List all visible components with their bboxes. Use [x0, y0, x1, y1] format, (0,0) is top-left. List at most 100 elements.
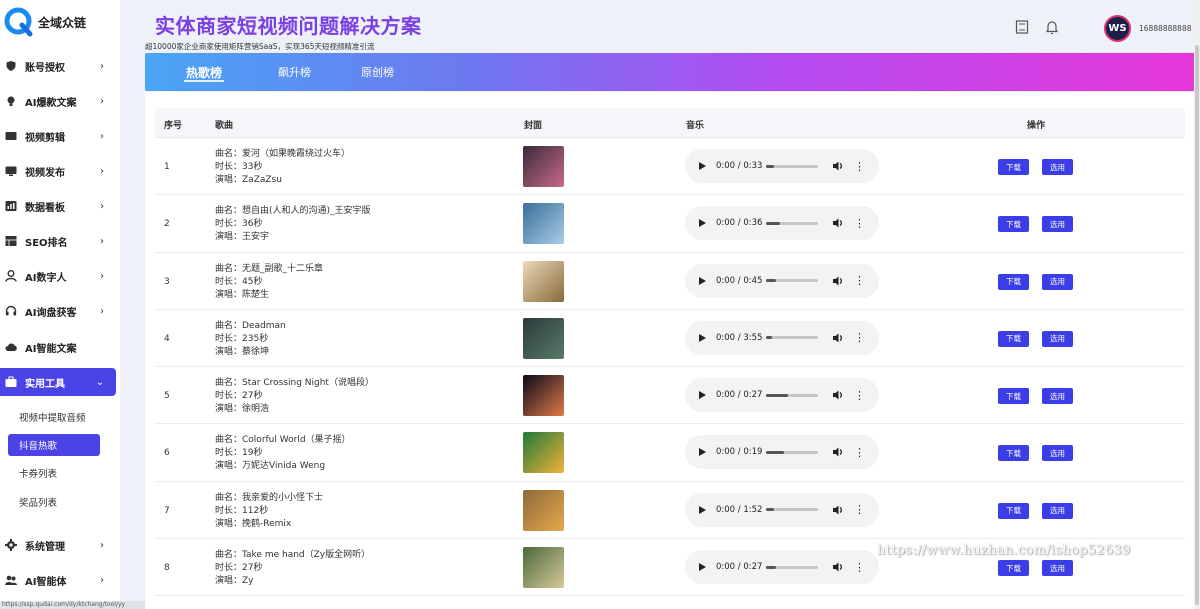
download-button[interactable]: 下载	[998, 445, 1029, 462]
sidebar-item-data-dashboard[interactable]: 数据看板 ›	[0, 192, 116, 220]
chevron-icon: ›	[100, 60, 104, 72]
audio-player[interactable]: 0:00 / 3:55 ⋮	[685, 320, 879, 355]
chevron-icon: ›	[100, 305, 104, 317]
sidebar-item-ai-lead-gen[interactable]: AI询盘获客 ›	[0, 297, 116, 325]
play-icon[interactable]	[699, 333, 706, 342]
song-cover	[523, 375, 564, 417]
audio-player[interactable]: 0:00 / 0:45 ⋮	[685, 263, 879, 298]
avatar[interactable]: WS	[1104, 15, 1131, 42]
select-button[interactable]: 选用	[1042, 388, 1073, 405]
audio-progress-track[interactable]	[766, 336, 818, 340]
select-button[interactable]: 选用	[1042, 159, 1073, 175]
song-duration: 33秒	[242, 162, 263, 172]
sidebar-item-account-auth[interactable]: 账号授权 ›	[0, 52, 116, 80]
tab-original-songs[interactable]: 原创榜	[361, 53, 394, 91]
select-button[interactable]: 选用	[1042, 445, 1073, 462]
volume-icon[interactable]	[832, 275, 844, 287]
row-index: 4	[164, 333, 170, 344]
audio-progress-track[interactable]	[766, 450, 818, 454]
sidebar-item-ai-smart-copy[interactable]: AI智能文案	[0, 333, 116, 361]
sidebar-subitem-extract-audio[interactable]: 视频中提取音频	[8, 406, 100, 428]
download-button[interactable]: 下载	[998, 330, 1029, 347]
audio-progress-track[interactable]	[766, 279, 818, 283]
book-icon[interactable]	[1014, 19, 1030, 35]
bell-icon[interactable]	[1044, 19, 1060, 35]
more-options-icon[interactable]: ⋮	[854, 504, 865, 515]
more-options-icon[interactable]: ⋮	[854, 218, 865, 229]
audio-time: 0:00 / 0:45	[716, 275, 763, 286]
sidebar-subitem-douyin-hot-songs[interactable]: 抖音热歌	[8, 434, 100, 456]
sidebar-item-label: AI爆款文案	[25, 97, 77, 109]
sidebar-item-video-publish[interactable]: 视频发布 ›	[0, 157, 116, 185]
username[interactable]: 16888888888	[1139, 24, 1192, 33]
more-options-icon[interactable]: ⋮	[854, 275, 865, 286]
download-button[interactable]: 下载	[998, 273, 1029, 290]
audio-player[interactable]: 0:00 / 0:36 ⋮	[685, 206, 879, 241]
volume-icon[interactable]	[832, 504, 844, 516]
select-button[interactable]: 选用	[1042, 560, 1073, 577]
sidebar-item-ai-copywriting[interactable]: AI爆款文案 ›	[0, 87, 116, 115]
sidebar-subitem-coupon-list[interactable]: 卡券列表	[8, 462, 100, 484]
download-button[interactable]: 下载	[998, 216, 1029, 233]
download-button[interactable]: 下载	[998, 388, 1029, 405]
duration-prefix: 时长：	[215, 505, 243, 516]
volume-icon[interactable]	[832, 217, 844, 229]
more-options-icon[interactable]: ⋮	[854, 161, 865, 172]
col-cover: 封面	[524, 121, 543, 131]
song-info: 曲名：我亲爱的小小怪下士 时长：112秒 演唱：挽鹤-Remix	[215, 492, 323, 531]
sidebar-item-ai-digital-human[interactable]: AI数字人 ›	[0, 262, 116, 290]
songs-panel: 序号 歌曲 封面 音乐 操作 1 曲名：爱河（如果晚霞绕过火车） 时长：33秒 演唱：…	[145, 92, 1195, 609]
download-button[interactable]: 下载	[998, 502, 1029, 519]
play-icon[interactable]	[699, 162, 706, 170]
tab-rising-songs[interactable]: 飙升榜	[278, 53, 311, 91]
play-icon[interactable]	[699, 448, 706, 457]
audio-progress-track[interactable]	[766, 508, 818, 512]
sidebar-item-video-editing[interactable]: 视频剪辑 ›	[0, 122, 116, 150]
audio-player[interactable]: 0:00 / 0:27 ⋮	[685, 378, 879, 413]
scrollbar-thumb[interactable]	[1195, 45, 1199, 605]
song-singer: 挽鹤-Remix	[242, 518, 292, 529]
audio-player[interactable]: 0:00 / 0:19 ⋮	[685, 435, 879, 470]
sidebar-item-ai-agent[interactable]: AI智能体 ›	[0, 566, 116, 594]
tab-hot-songs[interactable]: 热歌榜	[183, 53, 225, 91]
name-prefix: 曲名：	[215, 435, 243, 446]
play-icon[interactable]	[699, 219, 706, 228]
select-button[interactable]: 选用	[1042, 330, 1073, 347]
logo[interactable]: 全域众链	[0, 4, 120, 40]
duration-prefix: 时长：	[215, 391, 243, 402]
select-button[interactable]: 选用	[1042, 502, 1073, 519]
audio-progress-track[interactable]	[766, 565, 818, 569]
play-icon[interactable]	[699, 276, 706, 285]
chevron-icon: ›	[100, 165, 104, 177]
audio-player[interactable]: 0:00 / 0:27 ⋮	[685, 550, 879, 585]
more-options-icon[interactable]: ⋮	[854, 562, 865, 573]
download-button[interactable]: 下载	[998, 560, 1029, 577]
play-icon[interactable]	[699, 505, 706, 514]
volume-icon[interactable]	[832, 332, 844, 344]
audio-player[interactable]: 0:00 / 1:52 ⋮	[685, 492, 879, 527]
volume-icon[interactable]	[832, 446, 844, 458]
audio-time: 0:00 / 0:27	[716, 562, 763, 573]
sidebar-item-system-management[interactable]: 系统管理 ›	[0, 531, 116, 559]
more-options-icon[interactable]: ⋮	[854, 390, 865, 401]
download-button[interactable]: 下载	[998, 159, 1029, 175]
sidebar-subitem-prize-list[interactable]: 奖品列表	[8, 491, 100, 513]
volume-icon[interactable]	[832, 561, 844, 573]
more-options-icon[interactable]: ⋮	[854, 332, 865, 343]
volume-icon[interactable]	[832, 389, 844, 401]
volume-icon[interactable]	[832, 160, 844, 172]
song-singer: 陈楚生	[242, 289, 270, 300]
sidebar-item-practical-tools[interactable]: 实用工具 ⌄	[0, 368, 116, 396]
audio-progress-track[interactable]	[766, 221, 818, 225]
play-icon[interactable]	[699, 391, 706, 400]
play-icon[interactable]	[699, 563, 706, 572]
audio-progress-track[interactable]	[766, 164, 818, 168]
select-button[interactable]: 选用	[1042, 273, 1073, 290]
audio-progress-track[interactable]	[766, 393, 818, 397]
more-options-icon[interactable]: ⋮	[854, 447, 865, 458]
song-info: 曲名：Deadman 时长：235秒 演唱：蔡徐坤	[215, 320, 286, 359]
select-button[interactable]: 选用	[1042, 216, 1073, 233]
sidebar-item-seo-ranking[interactable]: SEO排名 ›	[0, 227, 116, 255]
audio-player[interactable]: 0:00 / 0:33 ⋮	[685, 149, 879, 183]
bulb-icon	[5, 95, 17, 107]
